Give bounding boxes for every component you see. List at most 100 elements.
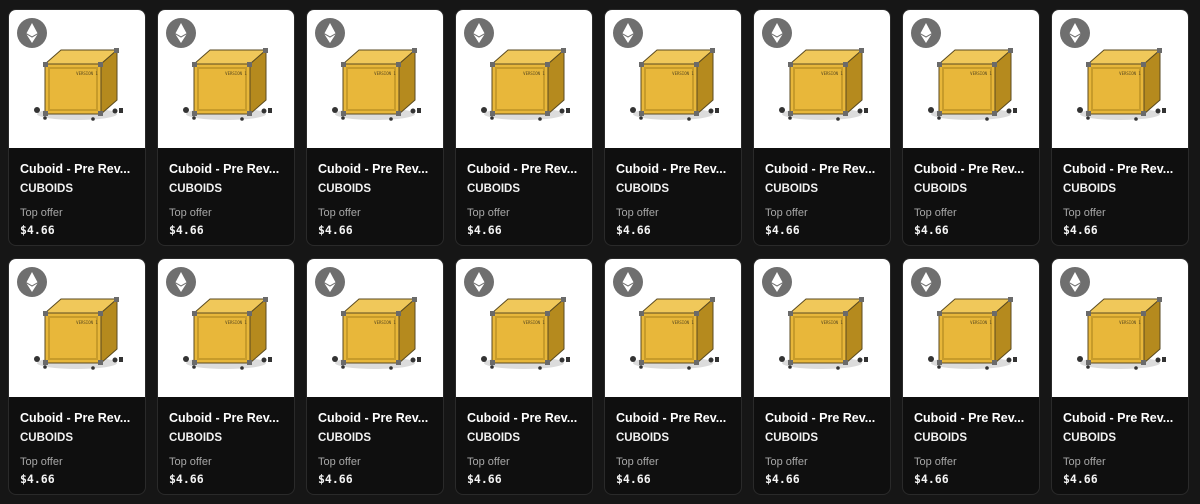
crate-label: VERSION 1 <box>672 320 694 325</box>
nft-image[interactable]: VERSION 1 <box>9 259 145 397</box>
nft-card[interactable]: VERSION 1 Cuboid - Pre Rev... CUBOIDS To… <box>455 258 593 495</box>
price: $4.66 <box>20 472 55 486</box>
nft-name[interactable]: Cuboid - Pre Rev... <box>318 410 432 426</box>
crate-label: VERSION 1 <box>523 320 545 325</box>
nft-image[interactable]: VERSION 1 <box>754 259 890 397</box>
collection-name[interactable]: CUBOIDS <box>616 431 730 445</box>
price: $4.66 <box>169 472 204 486</box>
nft-name[interactable]: Cuboid - Pre Rev... <box>914 410 1028 426</box>
nft-name[interactable]: Cuboid - Pre Rev... <box>1063 410 1177 426</box>
collection-name[interactable]: CUBOIDS <box>20 182 134 196</box>
collection-name[interactable]: CUBOIDS <box>318 182 432 196</box>
nft-image[interactable]: VERSION 1 <box>754 10 890 148</box>
nft-name[interactable]: Cuboid - Pre Rev... <box>765 410 879 426</box>
nft-name[interactable]: Cuboid - Pre Rev... <box>914 161 1028 177</box>
nft-image[interactable]: VERSION 1 <box>307 259 443 397</box>
nft-name[interactable]: Cuboid - Pre Rev... <box>1063 161 1177 177</box>
nft-image[interactable]: VERSION 1 <box>903 10 1039 148</box>
nft-card[interactable]: VERSION 1 Cuboid - Pre Rev... CUBOIDS To… <box>1051 258 1189 495</box>
collection-name[interactable]: CUBOIDS <box>467 431 581 445</box>
top-offer-label: Top offer <box>20 207 63 219</box>
nft-name[interactable]: Cuboid - Pre Rev... <box>616 161 730 177</box>
nft-card[interactable]: VERSION 1 Cuboid - Pre Rev... CUBOIDS To… <box>8 9 146 246</box>
nft-name[interactable]: Cuboid - Pre Rev... <box>616 410 730 426</box>
cuboid-crate-image: VERSION 1 <box>928 297 1017 370</box>
nft-image[interactable]: VERSION 1 <box>605 10 741 148</box>
nft-name[interactable]: Cuboid - Pre Rev... <box>467 410 581 426</box>
nft-card[interactable]: VERSION 1 Cuboid - Pre Rev... CUBOIDS To… <box>902 258 1040 495</box>
nft-card[interactable]: VERSION 1 Cuboid - Pre Rev... CUBOIDS To… <box>306 258 444 495</box>
collection-name[interactable]: CUBOIDS <box>616 182 730 196</box>
nft-image[interactable]: VERSION 1 <box>158 10 294 148</box>
crate-label: VERSION 1 <box>821 320 843 325</box>
nft-name[interactable]: Cuboid - Pre Rev... <box>765 161 879 177</box>
top-offer-label: Top offer <box>914 207 957 219</box>
collection-name[interactable]: CUBOIDS <box>765 431 879 445</box>
crate-label: VERSION 1 <box>76 71 98 76</box>
collection-name[interactable]: CUBOIDS <box>765 182 879 196</box>
nft-name[interactable]: Cuboid - Pre Rev... <box>467 161 581 177</box>
nft-image[interactable]: VERSION 1 <box>9 10 145 148</box>
nft-image[interactable]: VERSION 1 <box>1052 259 1188 397</box>
nft-image[interactable]: VERSION 1 <box>158 259 294 397</box>
nft-card[interactable]: VERSION 1 Cuboid - Pre Rev... CUBOIDS To… <box>306 9 444 246</box>
cuboid-crate-image: VERSION 1 <box>481 48 570 121</box>
cuboid-crate-image: VERSION 1 <box>630 297 719 370</box>
nft-name[interactable]: Cuboid - Pre Rev... <box>20 410 134 426</box>
collection-name[interactable]: CUBOIDS <box>1063 431 1177 445</box>
nft-card[interactable]: VERSION 1 Cuboid - Pre Rev... CUBOIDS To… <box>1051 9 1189 246</box>
price: $4.66 <box>616 223 651 237</box>
collection-name[interactable]: CUBOIDS <box>169 182 283 196</box>
collection-name[interactable]: CUBOIDS <box>20 431 134 445</box>
nft-card[interactable]: VERSION 1 Cuboid - Pre Rev... CUBOIDS To… <box>753 258 891 495</box>
nft-card[interactable]: VERSION 1 Cuboid - Pre Rev... CUBOIDS To… <box>8 258 146 495</box>
top-offer-label: Top offer <box>20 456 63 468</box>
nft-image[interactable]: VERSION 1 <box>1052 10 1188 148</box>
collection-name[interactable]: CUBOIDS <box>1063 182 1177 196</box>
nft-name[interactable]: Cuboid - Pre Rev... <box>169 410 283 426</box>
nft-card[interactable]: VERSION 1 Cuboid - Pre Rev... CUBOIDS To… <box>604 9 742 246</box>
nft-card[interactable]: VERSION 1 Cuboid - Pre Rev... CUBOIDS To… <box>902 9 1040 246</box>
nft-card[interactable]: VERSION 1 Cuboid - Pre Rev... CUBOIDS To… <box>604 258 742 495</box>
crate-label: VERSION 1 <box>374 71 396 76</box>
top-offer-label: Top offer <box>169 456 212 468</box>
cuboid-crate-image: VERSION 1 <box>779 48 868 121</box>
nft-name[interactable]: Cuboid - Pre Rev... <box>318 161 432 177</box>
top-offer-label: Top offer <box>616 456 659 468</box>
crate-label: VERSION 1 <box>1119 71 1141 76</box>
nft-image[interactable]: VERSION 1 <box>605 259 741 397</box>
nft-image[interactable]: VERSION 1 <box>903 259 1039 397</box>
nft-card[interactable]: VERSION 1 Cuboid - Pre Rev... CUBOIDS To… <box>455 9 593 246</box>
cuboid-crate-image: VERSION 1 <box>630 48 719 121</box>
price: $4.66 <box>467 472 502 486</box>
top-offer-label: Top offer <box>914 456 957 468</box>
nft-name[interactable]: Cuboid - Pre Rev... <box>20 161 134 177</box>
price: $4.66 <box>169 223 204 237</box>
price: $4.66 <box>467 223 502 237</box>
crate-label: VERSION 1 <box>672 71 694 76</box>
top-offer-label: Top offer <box>765 456 808 468</box>
cuboid-crate-image: VERSION 1 <box>34 48 123 121</box>
nft-card[interactable]: VERSION 1 Cuboid - Pre Rev... CUBOIDS To… <box>753 9 891 246</box>
price: $4.66 <box>318 472 353 486</box>
collection-name[interactable]: CUBOIDS <box>467 182 581 196</box>
collection-name[interactable]: CUBOIDS <box>169 431 283 445</box>
nft-name[interactable]: Cuboid - Pre Rev... <box>169 161 283 177</box>
nft-image[interactable]: VERSION 1 <box>456 10 592 148</box>
cuboid-crate-image: VERSION 1 <box>928 48 1017 121</box>
price: $4.66 <box>1063 223 1098 237</box>
collection-name[interactable]: CUBOIDS <box>318 431 432 445</box>
collection-name[interactable]: CUBOIDS <box>914 431 1028 445</box>
top-offer-label: Top offer <box>318 207 361 219</box>
collection-name[interactable]: CUBOIDS <box>914 182 1028 196</box>
cuboid-crate-image: VERSION 1 <box>481 297 570 370</box>
nft-image[interactable]: VERSION 1 <box>307 10 443 148</box>
cuboid-crate-image: VERSION 1 <box>779 297 868 370</box>
crate-label: VERSION 1 <box>523 71 545 76</box>
cuboid-crate-image: VERSION 1 <box>1077 48 1166 121</box>
nft-card[interactable]: VERSION 1 Cuboid - Pre Rev... CUBOIDS To… <box>157 9 295 246</box>
nft-card[interactable]: VERSION 1 Cuboid - Pre Rev... CUBOIDS To… <box>157 258 295 495</box>
nft-grid: VERSION 1 Cuboid - Pre Rev... CUBOIDS To… <box>0 0 1200 504</box>
price: $4.66 <box>765 472 800 486</box>
nft-image[interactable]: VERSION 1 <box>456 259 592 397</box>
